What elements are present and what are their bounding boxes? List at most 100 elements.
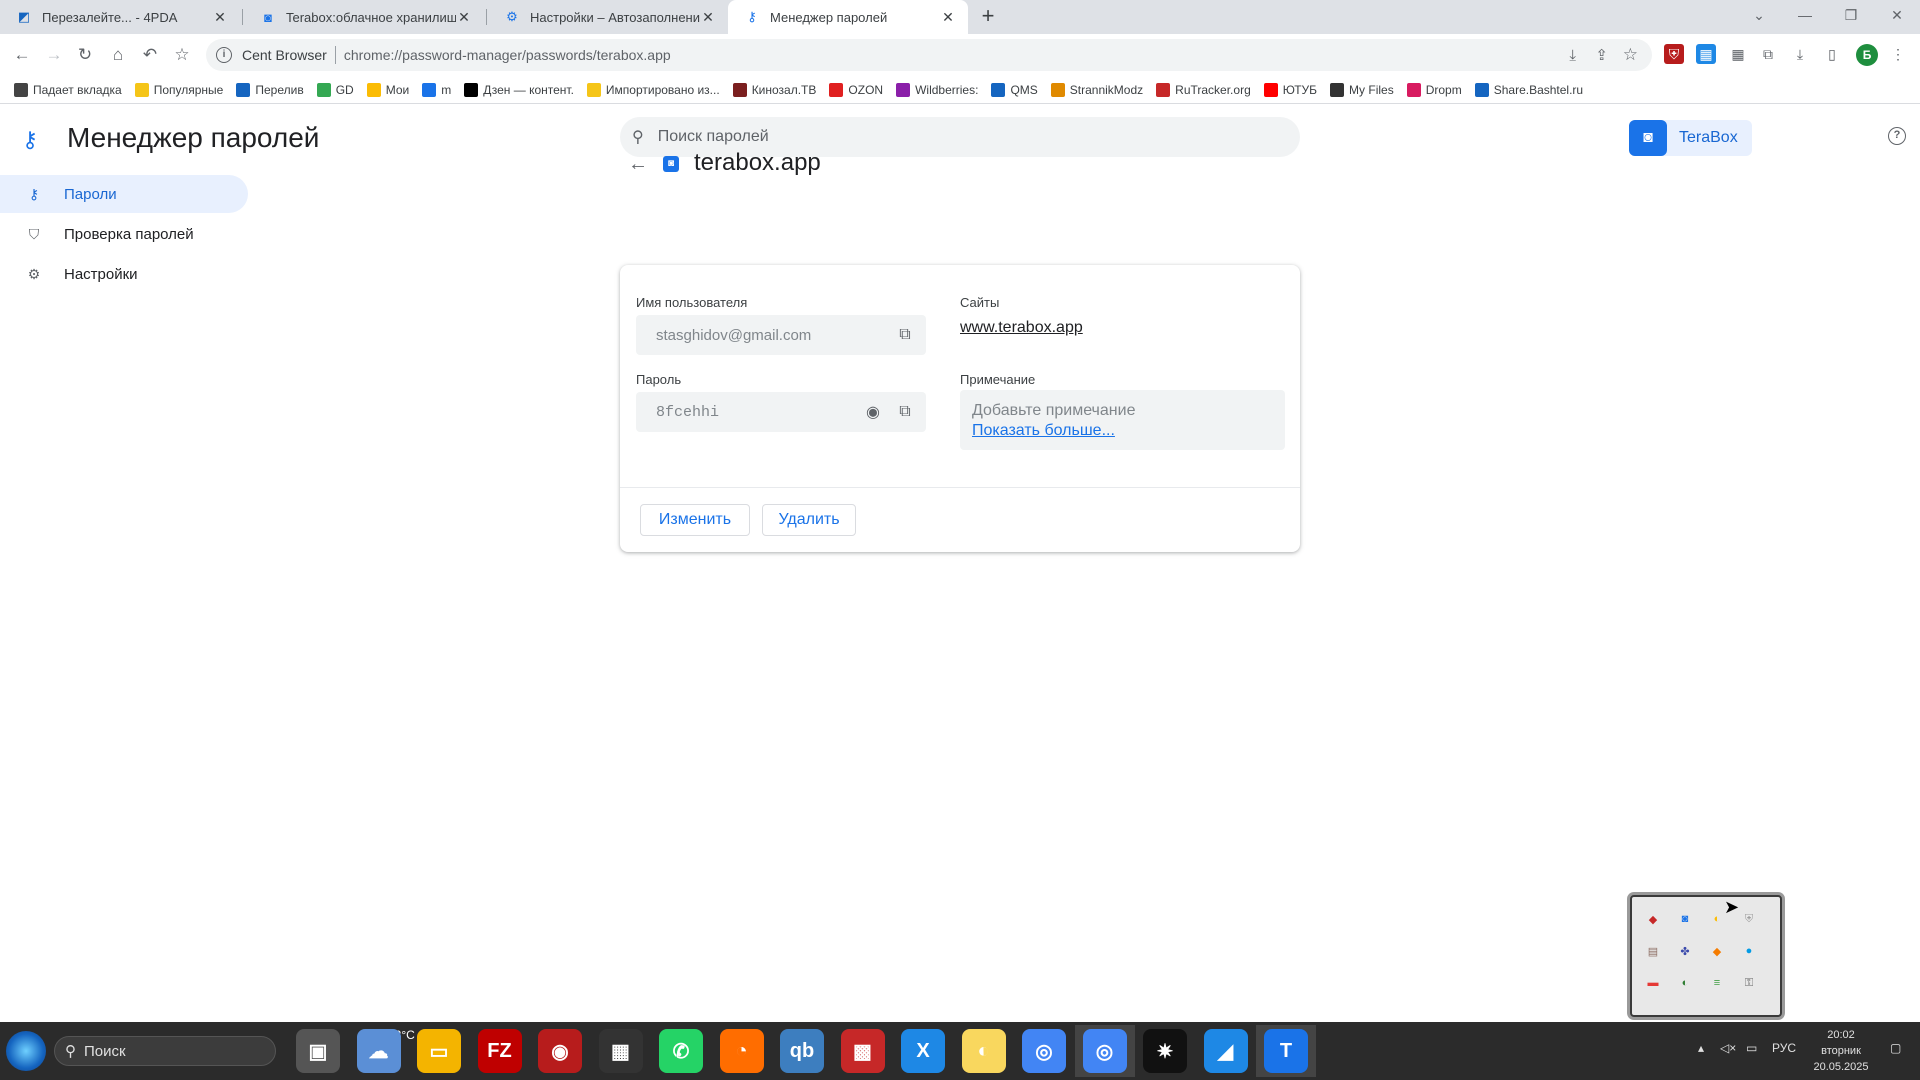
volume-muted-icon[interactable]: ◁× — [1720, 1041, 1736, 1055]
bookmark-item[interactable]: Дзен — контент. — [464, 82, 574, 97]
bookmark-item[interactable]: OZON — [829, 82, 883, 97]
sidebar-icon[interactable]: ▯ — [1822, 44, 1842, 64]
sidebar-item-passwords[interactable]: ⚷ Пароли — [0, 175, 248, 213]
taskbar-app[interactable]: ▭ — [409, 1025, 469, 1077]
apps-grid-icon[interactable]: ▦ — [1728, 44, 1748, 64]
close-icon[interactable]: ✕ — [212, 9, 228, 25]
taskbar-app[interactable]: ☁ — [349, 1025, 409, 1077]
minimize-button[interactable]: — — [1782, 0, 1828, 30]
lock-icon[interactable]: ⚿ — [1740, 974, 1758, 992]
home-button[interactable]: ⌂ — [106, 43, 130, 67]
tab-search-icon[interactable]: ⌄ — [1736, 0, 1782, 30]
bookmark-item[interactable]: Популярные — [134, 82, 223, 97]
delete-button[interactable]: Удалить — [762, 504, 856, 536]
eye-off-icon[interactable]: ◉ — [862, 401, 884, 423]
bookmark-item[interactable]: Импортировано из... — [586, 82, 720, 97]
install-icon[interactable]: ⤓ — [1569, 47, 1576, 64]
close-icon[interactable]: ✕ — [700, 9, 716, 25]
reload-button[interactable]: ↻ — [73, 43, 97, 67]
taskbar-app[interactable]: ◉ — [530, 1025, 590, 1077]
copy-icon[interactable]: ⧉ — [894, 324, 916, 346]
close-window-button[interactable]: ✕ — [1874, 0, 1920, 30]
green-app-icon[interactable]: ◐ — [1676, 974, 1694, 992]
password-field[interactable]: 8fcehhi ◉ ⧉ — [636, 392, 926, 432]
bookmark-item[interactable]: m — [422, 82, 451, 97]
bookmark-item[interactable]: Wildberries: — [896, 82, 978, 97]
ublock-icon[interactable]: ⛨ — [1664, 44, 1684, 64]
taskbar-app[interactable]: X — [893, 1025, 953, 1077]
taskbar-app[interactable]: ◢ — [1196, 1025, 1256, 1077]
close-icon[interactable]: ✕ — [940, 9, 956, 25]
tray-chevron-icon[interactable]: ▴ — [1698, 1041, 1704, 1055]
bookmark-star-icon[interactable]: ☆ — [170, 43, 194, 67]
network-icon[interactable]: ✤ — [1676, 942, 1694, 960]
tab-terabox[interactable]: ◙ Terabox:облачное хранилище ✕ — [244, 0, 484, 34]
bookmark-item[interactable]: StrannikModz — [1050, 82, 1143, 97]
taskbar-app[interactable]: ▦ — [591, 1025, 651, 1077]
back-arrow-icon[interactable]: ← — [628, 153, 648, 176]
sidebar-item-settings[interactable]: ⚙ Настройки — [0, 255, 248, 293]
site-link[interactable]: www.terabox.app — [960, 319, 1083, 337]
bookmark-item[interactable]: Мои — [366, 82, 409, 97]
taskbar-app[interactable]: ◐ — [954, 1025, 1014, 1077]
username-field[interactable]: stasghidov@gmail.com ⧉ — [636, 315, 926, 355]
taskbar-app[interactable]: T — [1256, 1025, 1316, 1077]
drop-icon[interactable]: ● — [1740, 942, 1758, 960]
bookmark-item[interactable]: Share.Bashtel.ru — [1474, 82, 1583, 97]
bookmark-item[interactable]: Dropm — [1406, 82, 1462, 97]
bookmark-item[interactable]: QMS — [991, 82, 1038, 97]
clipboard-icon[interactable]: ▤ — [1644, 942, 1662, 960]
taskbar-app[interactable]: FZ — [470, 1025, 530, 1077]
taskbar-app[interactable]: ✆ — [651, 1025, 711, 1077]
note-field[interactable]: Добавьте примечание Показать больше... — [960, 390, 1285, 450]
taskbar-app[interactable]: ◔ — [712, 1025, 772, 1077]
menu-icon[interactable]: ⋮ — [1888, 44, 1908, 64]
notifications-icon[interactable]: ▢ — [1890, 1041, 1901, 1055]
taskbar-app[interactable]: ▣ — [288, 1025, 348, 1077]
clock[interactable]: 20:02 вторник 20.05.2025 — [1808, 1027, 1874, 1075]
taskbar-app[interactable]: ▩ — [833, 1025, 893, 1077]
bookmark-item[interactable]: Перелив — [236, 82, 304, 97]
tab-password-manager[interactable]: ⚷ Менеджер паролей ✕ — [728, 0, 968, 34]
bookmark-item[interactable]: ЮТУБ — [1263, 82, 1317, 97]
tab-settings[interactable]: ⚙ Настройки – Автозаполнение ✕ — [488, 0, 728, 34]
crop-icon[interactable]: ⧉ — [1758, 44, 1778, 64]
forward-button[interactable]: → — [42, 43, 66, 67]
taskbar-app[interactable]: ◎ — [1014, 1025, 1074, 1077]
copy-icon[interactable]: ⧉ — [894, 401, 916, 423]
app-icon[interactable]: ◆ — [1644, 910, 1662, 928]
sidebar-item-password-check[interactable]: ⛉ Проверка паролей — [0, 215, 248, 253]
back-button[interactable]: ← — [10, 43, 34, 67]
taskbar-search[interactable]: ⚲ Поиск — [54, 1036, 276, 1066]
download-icon[interactable]: ⤓ — [1790, 44, 1810, 64]
terabox-icon[interactable]: ◙ — [1676, 910, 1694, 928]
bookmark-item[interactable]: Падает вкладка — [14, 82, 122, 97]
tab-4pda[interactable]: ◩ Перезалейте... - 4PDA ✕ — [0, 0, 240, 34]
bookmark-item[interactable]: GD — [316, 82, 354, 97]
undo-close-tab-button[interactable]: ↶ — [138, 43, 162, 67]
bookmark-item[interactable]: My Files — [1330, 82, 1394, 97]
bookmark-item[interactable]: Кинозал.ТВ — [732, 82, 816, 97]
taskbar-app[interactable]: ✷ — [1135, 1025, 1195, 1077]
url-text[interactable]: chrome://password-manager/passwords/tera… — [344, 47, 671, 63]
shield-icon[interactable]: ⛨ — [1740, 910, 1758, 928]
green-bars-icon[interactable]: ≡ — [1708, 974, 1726, 992]
new-tab-button[interactable]: + — [976, 5, 1000, 29]
taskbar-app[interactable]: ◎ — [1074, 1025, 1135, 1077]
info-icon[interactable]: i — [216, 47, 232, 63]
restore-button[interactable]: ❐ — [1828, 0, 1874, 30]
language-indicator[interactable]: РУС — [1772, 1041, 1796, 1055]
orange-app-icon[interactable]: ◆ — [1708, 942, 1726, 960]
show-more-link[interactable]: Показать больше... — [972, 422, 1115, 440]
taskbar-app[interactable]: qb — [772, 1025, 832, 1077]
close-icon[interactable]: ✕ — [456, 9, 472, 25]
share-icon[interactable]: ⇪ — [1595, 46, 1608, 64]
start-button[interactable] — [6, 1031, 46, 1071]
profile-avatar[interactable]: Б — [1856, 44, 1878, 66]
russia-flag-icon[interactable]: ▬ — [1644, 974, 1662, 992]
star-icon[interactable]: ☆ — [1623, 45, 1638, 65]
terabox-extension-button[interactable]: ◙ TeraBox — [1629, 120, 1752, 156]
edit-button[interactable]: Изменить — [640, 504, 750, 536]
bookmark-item[interactable]: RuTracker.org — [1156, 82, 1251, 97]
translate-ext-icon[interactable]: ▦ — [1696, 44, 1716, 64]
